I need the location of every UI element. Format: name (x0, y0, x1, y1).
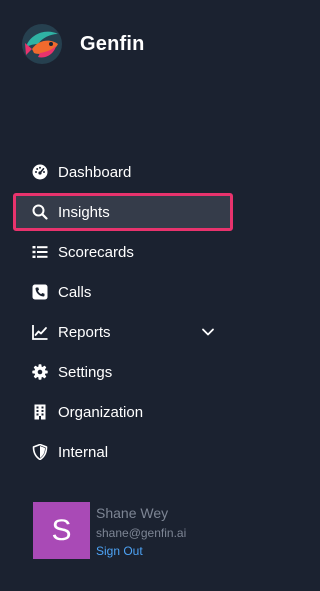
nav-item-reports[interactable]: Reports (0, 312, 250, 352)
list-icon (32, 244, 48, 260)
brand[interactable]: Genfin (20, 22, 145, 66)
building-icon (32, 404, 48, 420)
sidebar: Genfin Dashboard Insights Scorecards Cal… (0, 0, 250, 591)
dashboard-gauge-icon (32, 164, 48, 180)
nav-item-insights[interactable]: Insights (0, 192, 250, 232)
nav-item-label: Dashboard (58, 163, 132, 181)
nav-item-calls[interactable]: Calls (0, 272, 250, 312)
nav-item-dashboard[interactable]: Dashboard (0, 152, 250, 192)
nav-item-internal[interactable]: Internal (0, 432, 250, 472)
user-email: shane@genfin.ai (96, 526, 187, 540)
nav-item-label: Scorecards (58, 243, 134, 261)
avatar[interactable]: S (33, 502, 90, 559)
sign-out-link[interactable]: Sign Out (96, 543, 186, 560)
brand-name: Genfin (80, 32, 145, 55)
chevron-down-icon[interactable] (201, 325, 215, 339)
chart-line-icon (32, 324, 48, 340)
nav-item-label: Reports (58, 323, 111, 341)
fish-logo-icon (22, 24, 62, 64)
user-profile: S Shane Wey shane@genfin.ai Sign Out (33, 502, 186, 560)
nav-item-label: Organization (58, 403, 144, 421)
shield-icon (32, 444, 48, 460)
user-name: Shane Wey (96, 505, 169, 521)
search-icon (32, 204, 48, 220)
nav-item-label: Insights (58, 203, 110, 221)
nav-item-label: Internal (58, 443, 109, 461)
gear-icon (32, 364, 48, 380)
nav-item-organization[interactable]: Organization (0, 392, 250, 432)
nav-item-label: Calls (58, 283, 92, 301)
user-info: Shane Wey shane@genfin.ai Sign Out (96, 505, 186, 560)
nav-item-scorecards[interactable]: Scorecards (0, 232, 250, 272)
nav-item-settings[interactable]: Settings (0, 352, 250, 392)
phone-icon (32, 284, 48, 300)
main-nav: Dashboard Insights Scorecards Calls Repo (0, 152, 250, 472)
nav-item-label: Settings (58, 363, 113, 381)
